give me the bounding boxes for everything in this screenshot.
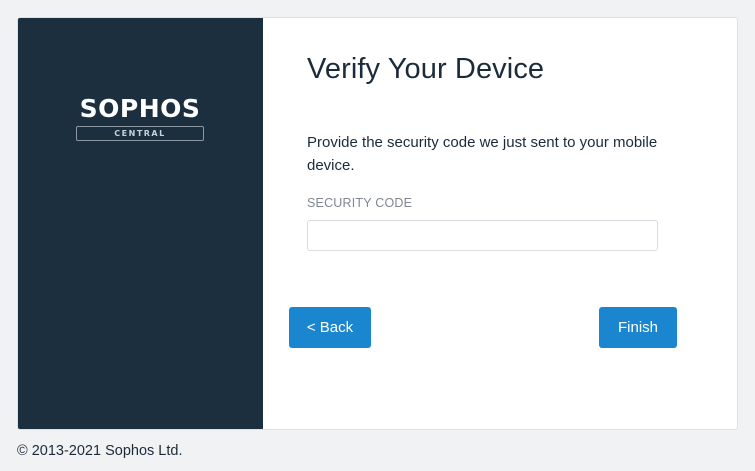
finish-button[interactable]: Finish — [599, 307, 677, 348]
brand-panel: SOPHOS CENTRAL — [18, 18, 263, 429]
instructions-text: Provide the security code we just sent t… — [307, 134, 658, 174]
logo-subtitle: CENTRAL — [76, 126, 204, 141]
logo-wordmark: SOPHOS — [79, 94, 201, 123]
sophos-central-logo: SOPHOS CENTRAL — [76, 96, 206, 141]
page-title: Verify Your Device — [307, 53, 545, 85]
copyright-footer: © 2013-2021 Sophos Ltd. — [17, 443, 183, 459]
security-code-input[interactable] — [307, 220, 658, 251]
back-button[interactable]: < Back — [289, 307, 371, 348]
security-code-label: SECURITY CODE — [307, 196, 413, 210]
